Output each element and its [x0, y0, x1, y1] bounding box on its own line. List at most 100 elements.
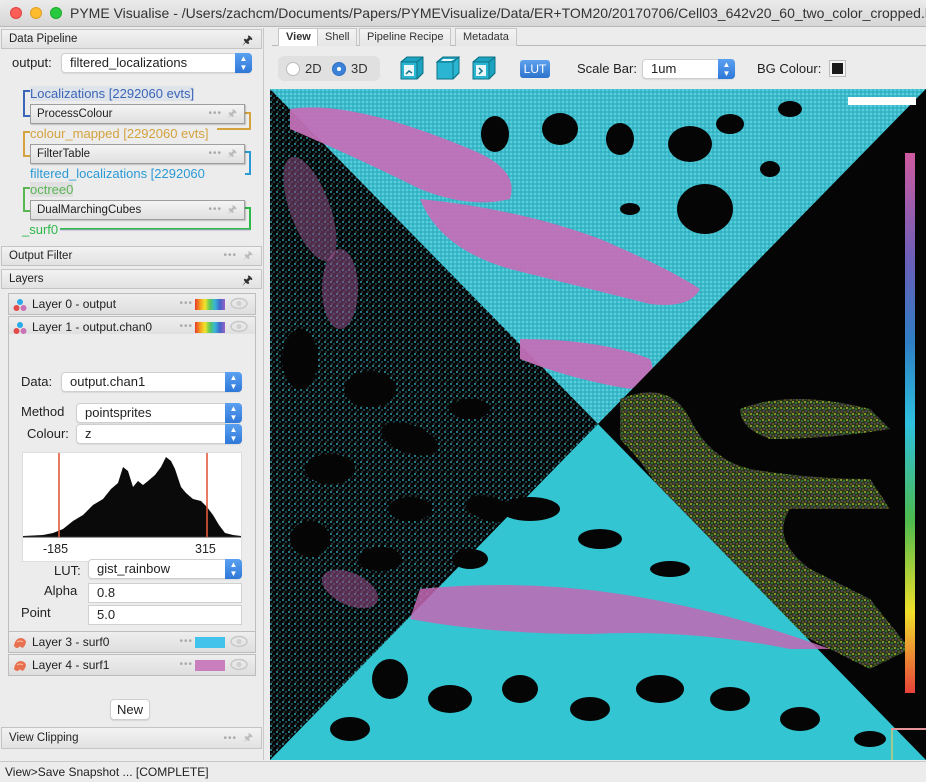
- colour-select-value: z: [85, 426, 92, 441]
- tab-metadata[interactable]: Metadata: [455, 28, 517, 46]
- surface-layer-icon: [14, 661, 26, 671]
- colour-select[interactable]: z ▲ ▼: [76, 424, 242, 444]
- method-select-value: pointsprites: [85, 405, 152, 420]
- layer-row-4[interactable]: Layer 4 - surf1 •••: [8, 654, 256, 676]
- module-process-colour[interactable]: ProcessColour ••• 🖈: [30, 104, 245, 124]
- tab-view[interactable]: View: [278, 28, 319, 46]
- eye-icon[interactable]: [230, 658, 248, 671]
- scale-bar: [848, 97, 916, 105]
- colour-swatch[interactable]: [195, 660, 225, 671]
- scale-bar-value: 1um: [651, 61, 677, 76]
- view-clipping-title: View Clipping: [9, 732, 79, 744]
- histogram[interactable]: -185 315: [22, 452, 242, 562]
- chevron-updown-icon: ▲ ▼: [718, 59, 735, 79]
- status-bar: View>Save Snapshot ... [COMPLETE]: [0, 761, 926, 782]
- layers-title: Layers: [9, 273, 44, 285]
- lut-select[interactable]: gist_rainbow ▲ ▼: [88, 559, 242, 579]
- surface-layer-icon: [14, 638, 26, 648]
- colour-swatch[interactable]: [195, 637, 225, 648]
- layer-row-3[interactable]: Layer 3 - surf0 •••: [8, 631, 256, 653]
- view-clipping-header[interactable]: View Clipping ••• 🖈: [1, 727, 262, 749]
- datasource-colour-mapped[interactable]: colour_mapped [2292060 evts]: [30, 126, 209, 141]
- new-layer-button[interactable]: New: [110, 699, 150, 720]
- view-side-cube-icon[interactable]: [470, 54, 498, 82]
- window-title: PYME Visualise - /Users/zachcm/Documents…: [70, 5, 926, 21]
- more-icon[interactable]: •••: [179, 294, 193, 314]
- data-pipeline-header[interactable]: Data Pipeline 🖈: [1, 29, 262, 49]
- method-select[interactable]: pointsprites ▲ ▼: [76, 403, 242, 423]
- eye-icon[interactable]: [230, 320, 248, 333]
- layer-row-0[interactable]: Layer 0 - output •••: [8, 293, 256, 315]
- pin-icon[interactable]: 🖈: [227, 105, 237, 123]
- view-front-cube-icon[interactable]: [398, 54, 426, 82]
- pin-icon[interactable]: 🖈: [227, 201, 237, 219]
- dimension-radio-group: 2D 3D: [278, 56, 380, 81]
- point-label: Point: [21, 605, 51, 620]
- title-bar: PYME Visualise - /Users/zachcm/Documents…: [0, 0, 926, 27]
- tab-pipeline-recipe[interactable]: Pipeline Recipe: [359, 28, 452, 46]
- radio-2d-label[interactable]: 2D: [305, 61, 322, 76]
- chevron-updown-icon: ▲ ▼: [225, 372, 242, 392]
- module-label: ProcessColour: [37, 108, 113, 120]
- alpha-input[interactable]: 0.8: [88, 583, 242, 603]
- scale-bar-select[interactable]: 1um ▲ ▼: [642, 59, 735, 79]
- pin-icon[interactable]: 🖈: [242, 31, 253, 49]
- lut-select-value: gist_rainbow: [97, 561, 170, 576]
- pin-icon[interactable]: 🖈: [243, 247, 253, 265]
- histogram-min-label: -185: [43, 542, 69, 556]
- main-tabs: View Shell Pipeline Recipe Metadata: [272, 28, 926, 46]
- layer-label: Layer 4 - surf1: [32, 658, 110, 672]
- lut-button[interactable]: LUT: [520, 60, 550, 78]
- radio-3d[interactable]: [332, 62, 346, 76]
- data-select[interactable]: output.chan1 ▲ ▼: [61, 372, 242, 392]
- bg-colour-label: BG Colour:: [757, 61, 822, 76]
- pipeline-graph: Localizations [2292060 evts] ProcessColo…: [0, 56, 264, 276]
- zoom-window-button[interactable]: [50, 7, 62, 19]
- module-label: DualMarchingCubes: [37, 204, 142, 216]
- 3d-view-canvas[interactable]: [270, 89, 926, 760]
- histogram-max-label: 315: [195, 542, 216, 556]
- left-sidebar: Data Pipeline 🖈 output: filtered_localiz…: [0, 28, 264, 760]
- datasource-octree0[interactable]: octree0: [30, 182, 74, 197]
- lut-colour-bar: [905, 153, 915, 693]
- method-label: Method: [21, 404, 65, 419]
- lut-swatch[interactable]: [195, 299, 225, 310]
- point-size-input[interactable]: 5.0: [88, 605, 242, 625]
- close-window-button[interactable]: [10, 7, 22, 19]
- module-dual-marching-cubes[interactable]: DualMarchingCubes ••• 🖈: [30, 200, 245, 220]
- more-icon[interactable]: •••: [208, 105, 222, 123]
- more-icon[interactable]: •••: [208, 145, 222, 163]
- bg-colour-picker[interactable]: [830, 61, 845, 76]
- pin-icon[interactable]: 🖈: [227, 145, 237, 163]
- more-icon[interactable]: •••: [223, 729, 237, 749]
- datasource-localizations[interactable]: Localizations [2292060 evts]: [30, 86, 195, 101]
- datasource-surf0[interactable]: _surf0: [22, 222, 58, 237]
- radio-2d[interactable]: [286, 62, 300, 76]
- pin-icon[interactable]: 🖈: [242, 271, 253, 289]
- eye-icon[interactable]: [230, 297, 248, 310]
- chevron-updown-icon: ▲ ▼: [225, 424, 242, 444]
- module-filter-table[interactable]: FilterTable ••• 🖈: [30, 144, 245, 164]
- alpha-label: Alpha: [44, 583, 78, 598]
- minimize-window-button[interactable]: [30, 7, 42, 19]
- tab-shell[interactable]: Shell: [317, 28, 358, 46]
- layer-label: Layer 0 - output: [32, 297, 117, 311]
- layers-header[interactable]: Layers 🖈: [1, 269, 262, 289]
- alpha-value: 0.8: [97, 585, 116, 600]
- pin-icon[interactable]: 🖈: [243, 728, 253, 748]
- points-layer-icon: [13, 299, 27, 311]
- more-icon[interactable]: •••: [223, 247, 237, 265]
- eye-icon[interactable]: [230, 635, 248, 648]
- point-size-value: 5.0: [97, 607, 116, 622]
- more-icon[interactable]: •••: [179, 655, 193, 675]
- view-top-cube-icon[interactable]: [434, 54, 462, 82]
- scale-bar-label: Scale Bar:: [577, 61, 637, 76]
- datasource-filtered-localizations[interactable]: filtered_localizations [2292060: [30, 166, 205, 181]
- view-toolbar: 2D 3D LUT Scale Bar: 1um ▲ ▼ BG Colour:: [270, 47, 926, 89]
- radio-3d-label[interactable]: 3D: [351, 61, 368, 76]
- lut-swatch[interactable]: [195, 322, 225, 333]
- more-icon[interactable]: •••: [208, 201, 222, 219]
- more-icon[interactable]: •••: [179, 632, 193, 652]
- points-layer-icon: [13, 322, 27, 334]
- output-filter-header[interactable]: Output Filter ••• 🖈: [1, 246, 262, 266]
